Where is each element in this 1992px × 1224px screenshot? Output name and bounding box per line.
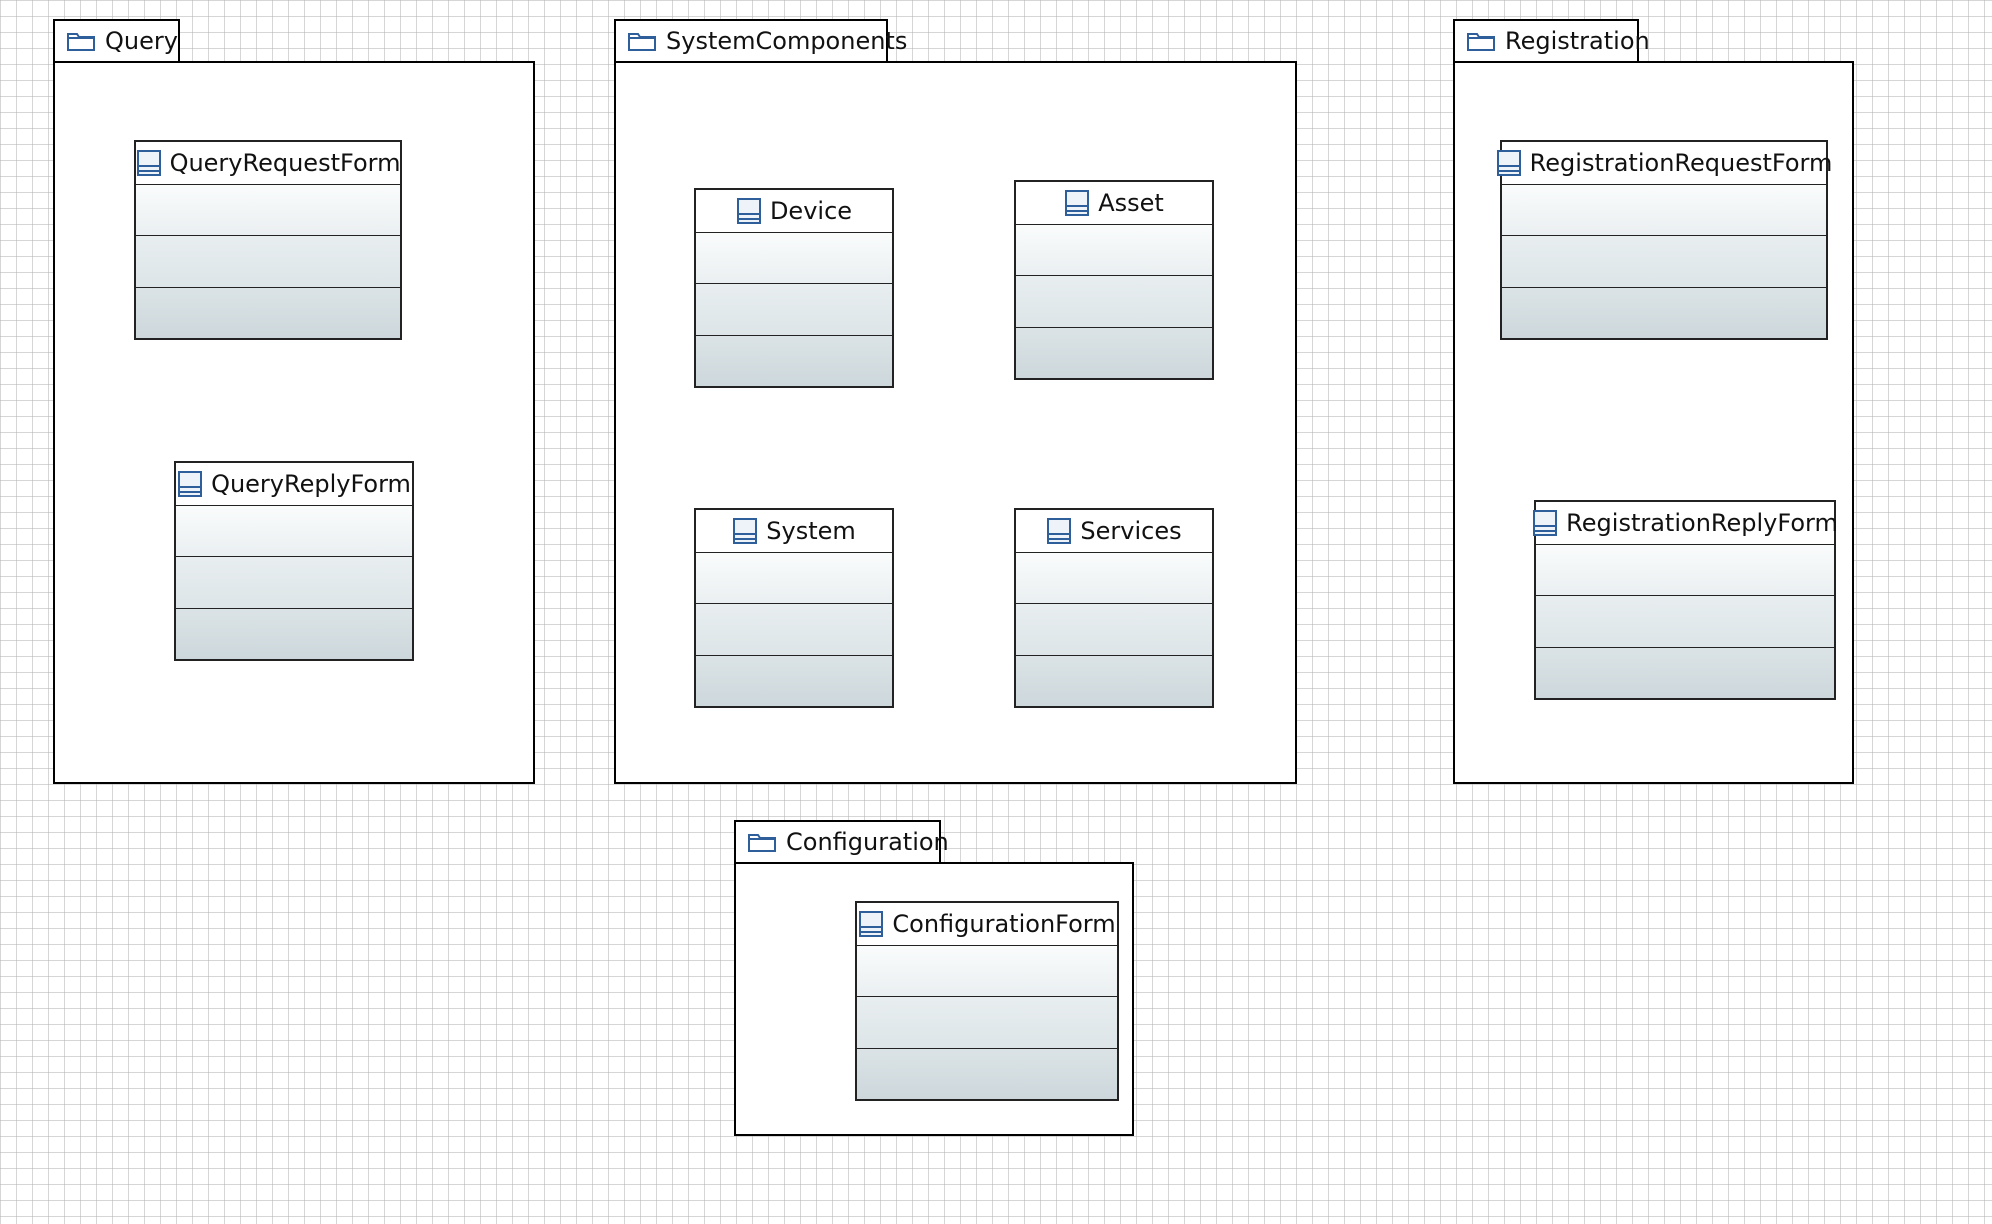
extra-compartment: [1502, 287, 1826, 338]
package-registration-tab[interactable]: Registration: [1453, 19, 1650, 61]
package-name: Registration: [1505, 27, 1650, 55]
class-icon: [1047, 518, 1072, 544]
class-name: ConfigurationForm: [892, 910, 1116, 938]
class-header: Device: [696, 190, 892, 233]
class-header: Asset: [1016, 182, 1212, 225]
operations-compartment: [696, 284, 892, 336]
class-name: QueryReplyForm: [211, 470, 411, 498]
extra-compartment: [136, 287, 400, 338]
folder-icon: [628, 33, 656, 51]
class-name: Services: [1080, 517, 1182, 545]
package-name: Query: [105, 27, 178, 55]
operations-compartment: [1502, 236, 1826, 288]
extra-compartment: [1016, 655, 1212, 706]
folder-icon: [1467, 33, 1495, 51]
class-services[interactable]: Services: [1014, 508, 1214, 708]
class-name: System: [766, 517, 856, 545]
operations-compartment: [857, 997, 1117, 1049]
class-query-request-form[interactable]: QueryRequestForm: [134, 140, 402, 340]
class-icon: [178, 471, 203, 497]
operations-compartment: [136, 236, 400, 288]
attributes-compartment: [1016, 553, 1212, 605]
class-name: RegistrationReplyForm: [1566, 509, 1838, 537]
attributes-compartment: [1536, 545, 1834, 597]
attributes-compartment: [696, 553, 892, 605]
diagram-canvas[interactable]: Query QueryRequestForm QueryReplyForm Sy…: [0, 0, 1992, 1224]
class-system[interactable]: System: [694, 508, 894, 708]
class-icon: [733, 518, 758, 544]
extra-compartment: [1016, 327, 1212, 378]
class-configuration-form[interactable]: ConfigurationForm: [855, 901, 1119, 1101]
class-icon: [859, 911, 884, 937]
class-header: Services: [1016, 510, 1212, 553]
extra-compartment: [696, 335, 892, 386]
package-registration[interactable]: Registration RegistrationRequestForm Reg…: [1453, 19, 1854, 784]
operations-compartment: [1016, 276, 1212, 328]
class-header: QueryRequestForm: [136, 142, 400, 185]
class-header: System: [696, 510, 892, 553]
extra-compartment: [696, 655, 892, 706]
attributes-compartment: [696, 233, 892, 285]
class-header: ConfigurationForm: [857, 903, 1117, 946]
package-configuration-tab[interactable]: Configuration: [734, 820, 949, 862]
class-asset[interactable]: Asset: [1014, 180, 1214, 380]
operations-compartment: [176, 557, 412, 609]
extra-compartment: [176, 608, 412, 659]
class-device[interactable]: Device: [694, 188, 894, 388]
class-name: Asset: [1098, 189, 1164, 217]
package-system-components[interactable]: SystemComponents Device Asset System Ser…: [614, 19, 1297, 784]
extra-compartment: [857, 1048, 1117, 1099]
attributes-compartment: [176, 506, 412, 558]
attributes-compartment: [857, 946, 1117, 998]
extra-compartment: [1536, 647, 1834, 698]
class-name: RegistrationRequestForm: [1529, 149, 1833, 177]
class-icon: [1533, 510, 1558, 536]
class-name: Device: [769, 197, 853, 225]
class-header: QueryReplyForm: [176, 463, 412, 506]
operations-compartment: [1536, 596, 1834, 648]
class-registration-reply-form[interactable]: RegistrationReplyForm: [1533, 500, 1838, 700]
package-name: Configuration: [786, 828, 949, 856]
attributes-compartment: [1502, 185, 1826, 237]
folder-icon: [67, 33, 95, 51]
class-icon: [1065, 190, 1090, 216]
package-configuration[interactable]: Configuration ConfigurationForm: [734, 820, 1134, 1136]
package-name: SystemComponents: [666, 27, 908, 55]
folder-icon: [748, 834, 776, 852]
package-query-tab[interactable]: Query: [53, 19, 180, 61]
package-system-components-tab[interactable]: SystemComponents: [614, 19, 907, 61]
class-name: QueryRequestForm: [169, 149, 401, 177]
class-icon: [736, 198, 761, 224]
class-icon: [136, 150, 161, 176]
class-icon: [1496, 150, 1521, 176]
class-registration-request-form[interactable]: RegistrationRequestForm: [1496, 140, 1832, 340]
package-query[interactable]: Query QueryRequestForm QueryReplyForm: [53, 19, 535, 784]
attributes-compartment: [1016, 225, 1212, 277]
class-header: RegistrationRequestForm: [1496, 142, 1832, 185]
class-query-reply-form[interactable]: QueryReplyForm: [174, 461, 414, 661]
operations-compartment: [696, 604, 892, 656]
attributes-compartment: [136, 185, 400, 237]
operations-compartment: [1016, 604, 1212, 656]
class-header: RegistrationReplyForm: [1533, 502, 1838, 545]
